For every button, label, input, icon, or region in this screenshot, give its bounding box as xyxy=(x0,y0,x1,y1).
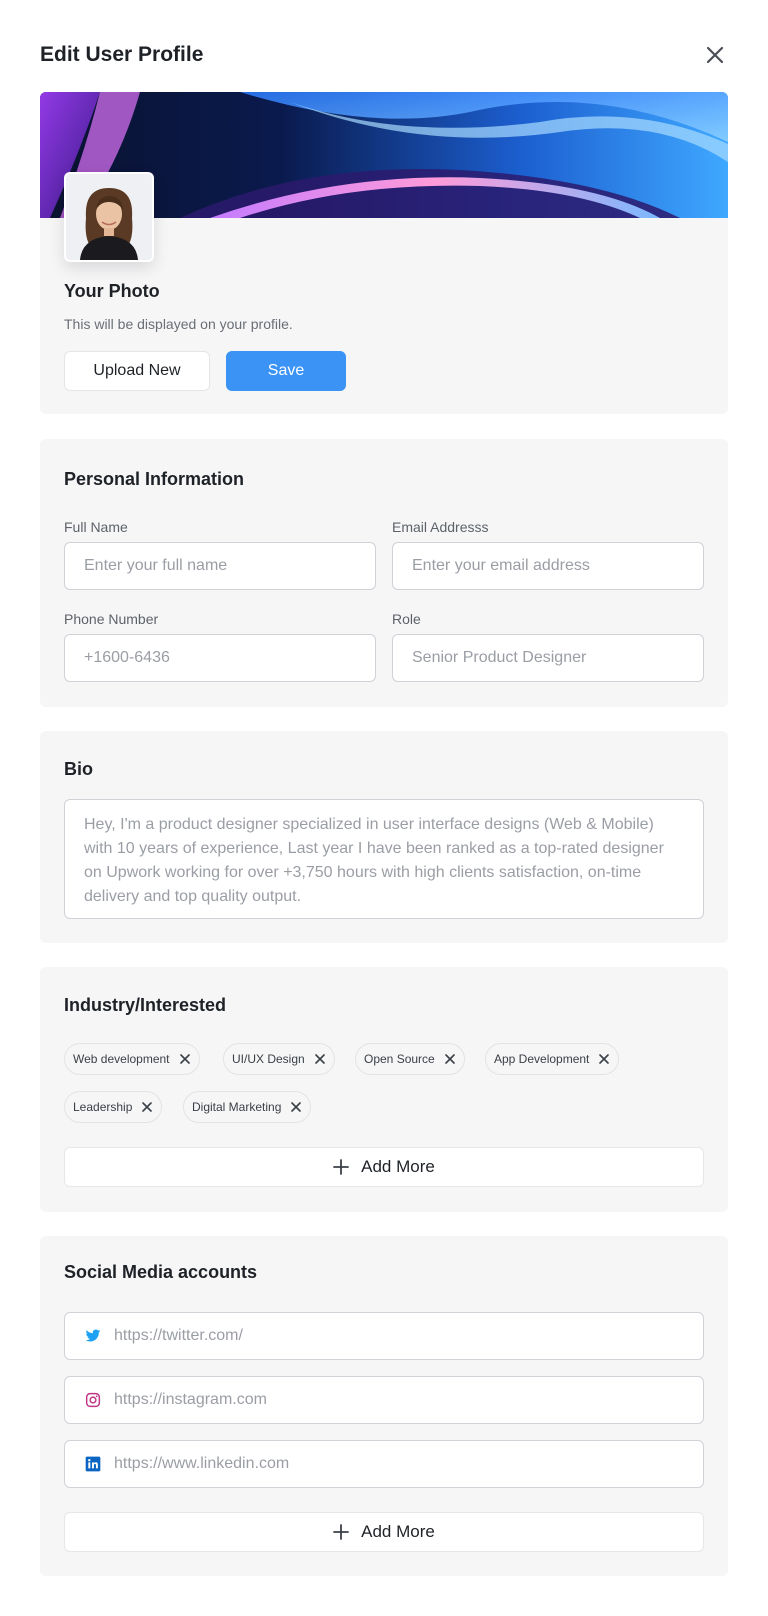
role-label: Role xyxy=(392,611,421,627)
close-icon[interactable] xyxy=(706,46,724,64)
modal-header: Edit User Profile xyxy=(40,40,728,70)
add-more-industry-button[interactable]: Add More xyxy=(64,1147,704,1187)
industry-card: Industry/Interested Web development UI/U… xyxy=(40,967,728,1212)
tag-label: Digital Marketing xyxy=(192,1100,282,1114)
remove-tag-icon[interactable] xyxy=(314,1054,325,1064)
section-title: Industry/Interested xyxy=(64,995,227,1015)
phone-input[interactable]: +1600-6436 xyxy=(64,634,376,682)
plus-icon xyxy=(333,1524,350,1540)
bio-card: Bio Hey, I'm a product designer speciali… xyxy=(40,731,728,943)
tag-chip: Leadership xyxy=(64,1091,163,1123)
full-name-label: Full Name xyxy=(64,519,128,535)
social-media-card: Social Media accounts https://twitter.co… xyxy=(40,1236,728,1576)
twitter-input[interactable]: https://twitter.com/ xyxy=(64,1312,704,1360)
section-title: Social Media accounts xyxy=(64,1262,258,1282)
section-title: Bio xyxy=(64,759,93,779)
photo-hint: This will be displayed on your profile. xyxy=(64,316,293,332)
instagram-icon xyxy=(85,1392,101,1408)
linkedin-icon xyxy=(85,1456,101,1472)
remove-tag-icon[interactable] xyxy=(142,1102,153,1112)
phone-label: Phone Number xyxy=(64,611,159,627)
instagram-placeholder: https://instagram.com xyxy=(114,1391,267,1408)
upload-new-button[interactable]: Upload New xyxy=(64,351,210,391)
section-title: Personal Information xyxy=(64,469,245,489)
role-input[interactable]: Senior Product Designer xyxy=(392,634,704,682)
photo-label: Your Photo xyxy=(64,281,160,301)
tag-label: UI/UX Design xyxy=(232,1052,305,1066)
photo-card: Your Photo This will be displayed on you… xyxy=(40,92,728,414)
avatar[interactable] xyxy=(64,172,154,262)
tag-chip: Web development xyxy=(64,1043,200,1075)
linkedin-placeholder: https://www.linkedin.com xyxy=(114,1455,290,1472)
tag-label: Web development xyxy=(73,1052,170,1066)
tag-chip: Open Source xyxy=(355,1043,465,1075)
instagram-input[interactable]: https://instagram.com xyxy=(64,1376,704,1424)
add-more-label: Add More xyxy=(361,1522,435,1541)
remove-tag-icon[interactable] xyxy=(291,1102,302,1112)
remove-tag-icon[interactable] xyxy=(599,1054,610,1064)
email-input[interactable]: Enter your email address xyxy=(392,542,704,590)
personal-information-card: Personal Information Full Name Enter you… xyxy=(40,439,728,707)
bio-textarea[interactable]: Hey, I'm a product designer specialized … xyxy=(64,799,704,919)
twitter-icon xyxy=(85,1329,101,1342)
remove-tag-icon[interactable] xyxy=(444,1054,455,1064)
save-button[interactable]: Save xyxy=(226,351,346,391)
page-title: Edit User Profile xyxy=(40,43,204,66)
full-name-input[interactable]: Enter your full name xyxy=(64,542,376,590)
tag-chip: App Development xyxy=(485,1043,620,1075)
plus-icon xyxy=(333,1159,350,1175)
add-more-social-button[interactable]: Add More xyxy=(64,1512,704,1552)
remove-tag-icon[interactable] xyxy=(179,1054,190,1064)
tag-label: App Development xyxy=(494,1052,590,1066)
tag-chip: UI/UX Design xyxy=(223,1043,335,1075)
twitter-placeholder: https://twitter.com/ xyxy=(114,1327,243,1344)
tag-label: Open Source xyxy=(364,1052,435,1066)
tag-chip: Digital Marketing xyxy=(183,1091,312,1123)
linkedin-input[interactable]: https://www.linkedin.com xyxy=(64,1440,704,1488)
add-more-label: Add More xyxy=(361,1157,435,1176)
email-label: Email Addresss xyxy=(392,519,489,535)
tag-label: Leadership xyxy=(73,1100,133,1114)
